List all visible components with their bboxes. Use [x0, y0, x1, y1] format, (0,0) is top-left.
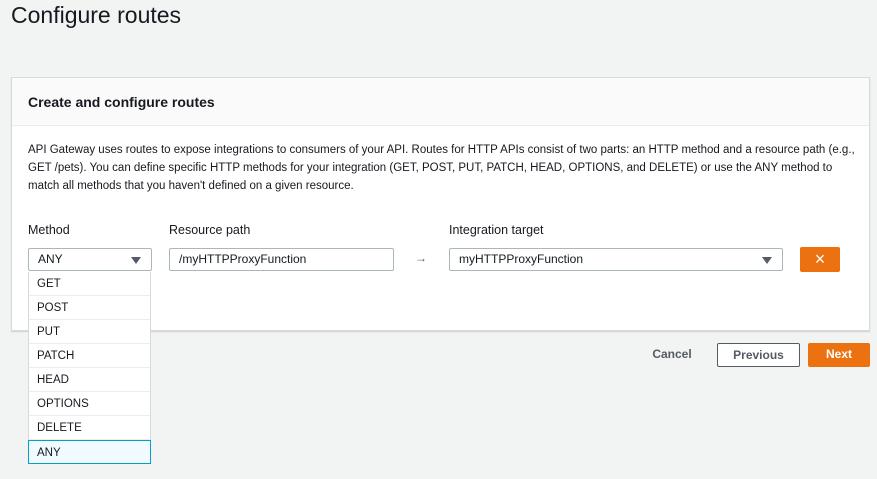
resource-path-label: Resource path: [169, 223, 251, 237]
resource-path-value: /myHTTPProxyFunction: [179, 252, 307, 266]
remove-route-button[interactable]: ×: [800, 247, 840, 272]
integration-target-select[interactable]: myHTTPProxyFunction: [449, 248, 783, 271]
method-label: Method: [28, 223, 70, 237]
panel-title: Create and configure routes: [12, 78, 869, 126]
method-option[interactable]: PATCH: [29, 344, 150, 368]
cancel-button[interactable]: Cancel: [640, 343, 704, 367]
method-dropdown-list: GET POST PUT PATCH HEAD OPTIONS DELETE A…: [28, 272, 151, 464]
resource-path-input[interactable]: /myHTTPProxyFunction: [169, 248, 394, 271]
page-title: Configure routes: [11, 2, 182, 28]
method-option[interactable]: PUT: [29, 320, 150, 344]
method-value: ANY: [38, 252, 63, 266]
integration-target-value: myHTTPProxyFunction: [459, 252, 584, 266]
previous-button[interactable]: Previous: [717, 343, 800, 367]
method-option[interactable]: OPTIONS: [29, 392, 150, 416]
method-option[interactable]: DELETE: [29, 416, 150, 440]
method-option-selected[interactable]: ANY: [28, 440, 151, 464]
integration-target-label: Integration target: [449, 223, 544, 237]
panel-description: API Gateway uses routes to expose integr…: [28, 144, 855, 192]
caret-down-icon: [762, 257, 772, 264]
method-select[interactable]: ANY: [28, 248, 152, 271]
method-option[interactable]: HEAD: [29, 368, 150, 392]
method-option[interactable]: POST: [29, 296, 150, 320]
next-button[interactable]: Next: [808, 343, 870, 367]
arrow-right-icon: →: [415, 251, 427, 265]
close-icon: ×: [814, 249, 826, 269]
caret-down-icon: [131, 257, 141, 264]
method-option[interactable]: GET: [29, 272, 150, 296]
